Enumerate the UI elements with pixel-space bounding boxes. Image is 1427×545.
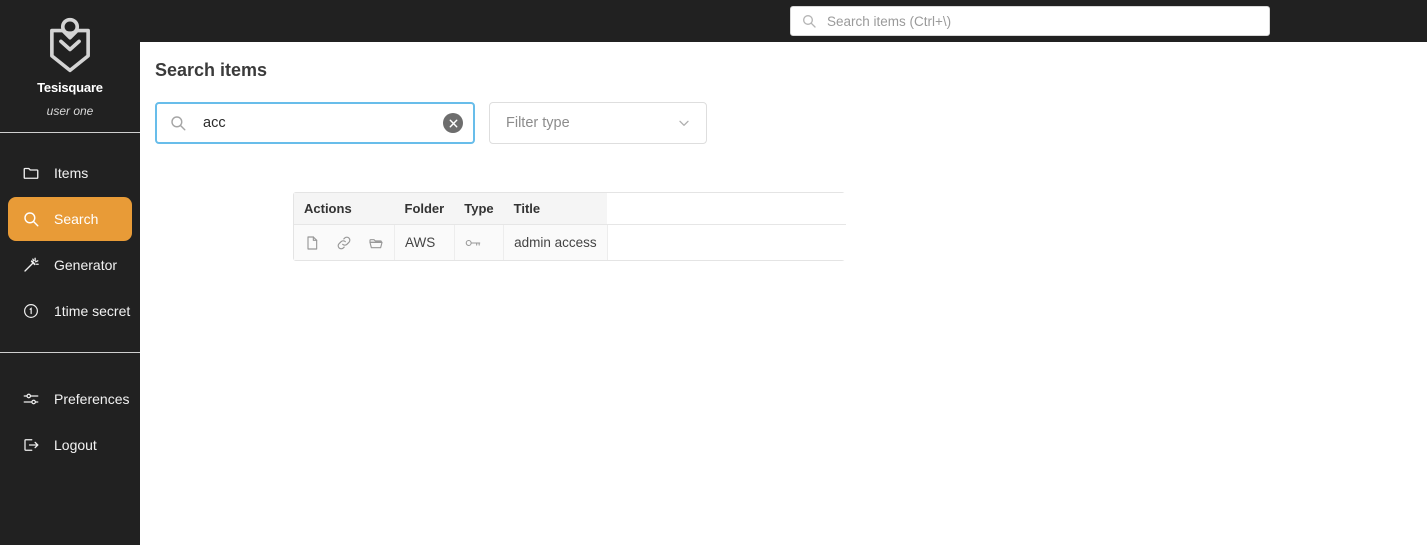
- top-bar: [0, 0, 1427, 42]
- tesisquare-shield-logo: [50, 17, 90, 73]
- sidebar-item-logout[interactable]: Logout: [8, 423, 132, 467]
- table-row[interactable]: AWS admin access: [294, 224, 846, 260]
- chevron-down-icon: [679, 120, 689, 126]
- sidebar-item-label: Search: [54, 211, 99, 227]
- column-header-type: Type: [454, 193, 504, 225]
- magic-wand-icon: [24, 257, 39, 272]
- folder-icon[interactable]: [368, 235, 384, 251]
- sidebar-item-label: Items: [54, 165, 89, 181]
- sidebar-item-generator[interactable]: Generator: [8, 243, 132, 287]
- sidebar-item-label: 1time secret: [54, 303, 131, 319]
- global-search-input[interactable]: [827, 13, 1259, 29]
- search-results-table: Actions Folder Type Title AWS admin acce…: [294, 193, 846, 260]
- sidebar-nav-bottom: Preferences Logout: [0, 353, 140, 467]
- file-icon[interactable]: [304, 235, 320, 251]
- brand-block: Tesisquare user one: [0, 0, 140, 118]
- cell-folder: AWS: [394, 224, 455, 260]
- search-controls: Filter type: [155, 102, 707, 144]
- sidebar: Tesisquare user one Items Search Generat…: [0, 0, 140, 545]
- main-content: Search items Filter type: [140, 42, 1427, 545]
- table-header: Actions Folder Type Title: [294, 193, 846, 225]
- filter-type-label: Filter type: [506, 115, 570, 131]
- column-header-folder: Folder: [394, 193, 455, 225]
- link-icon[interactable]: [336, 235, 352, 251]
- search-input[interactable]: [203, 115, 443, 131]
- cell-actions: [294, 224, 395, 260]
- cell-filler: [607, 224, 846, 260]
- sidebar-nav-main: Items Search Generator 1time secret: [0, 133, 140, 333]
- folder-icon: [23, 167, 39, 179]
- sidebar-item-label: Preferences: [54, 391, 130, 407]
- close-icon: [449, 119, 457, 127]
- sliders-icon: [23, 393, 39, 405]
- circle-one-icon: [24, 304, 38, 318]
- app-root: Tesisquare user one Items Search: [0, 0, 1427, 545]
- page-title: Search items: [155, 60, 268, 80]
- logout-icon: [24, 439, 39, 451]
- search-results-card: Actions Folder Type Title AWS admin acce…: [293, 192, 846, 261]
- column-header-title: Title: [503, 193, 608, 225]
- search-icon: [803, 15, 816, 28]
- search-items-field[interactable]: [155, 102, 475, 144]
- sidebar-item-1time-secret[interactable]: 1time secret: [8, 289, 132, 333]
- cell-type: [454, 224, 505, 260]
- clear-search-button[interactable]: [443, 113, 463, 133]
- table-header-row: Actions Folder Type Title: [294, 193, 846, 225]
- column-header-filler: [607, 193, 846, 225]
- search-icon: [24, 212, 39, 227]
- table-body: AWS admin access: [294, 224, 846, 260]
- sidebar-item-items[interactable]: Items: [8, 151, 132, 195]
- global-search-bar[interactable]: [790, 6, 1270, 36]
- row-action-buttons: [304, 235, 384, 251]
- filter-type-select[interactable]: Filter type: [489, 102, 707, 144]
- user-name: user one: [46, 104, 94, 118]
- column-header-actions: Actions: [294, 193, 395, 225]
- sidebar-item-label: Generator: [54, 257, 118, 273]
- sidebar-item-search[interactable]: Search: [8, 197, 132, 241]
- search-icon: [171, 116, 186, 131]
- sidebar-item-label: Logout: [54, 437, 97, 453]
- sidebar-item-preferences[interactable]: Preferences: [8, 377, 132, 421]
- cell-title: admin access: [503, 224, 608, 260]
- brand-name: Tesisquare: [37, 80, 103, 95]
- key-icon: [465, 239, 481, 246]
